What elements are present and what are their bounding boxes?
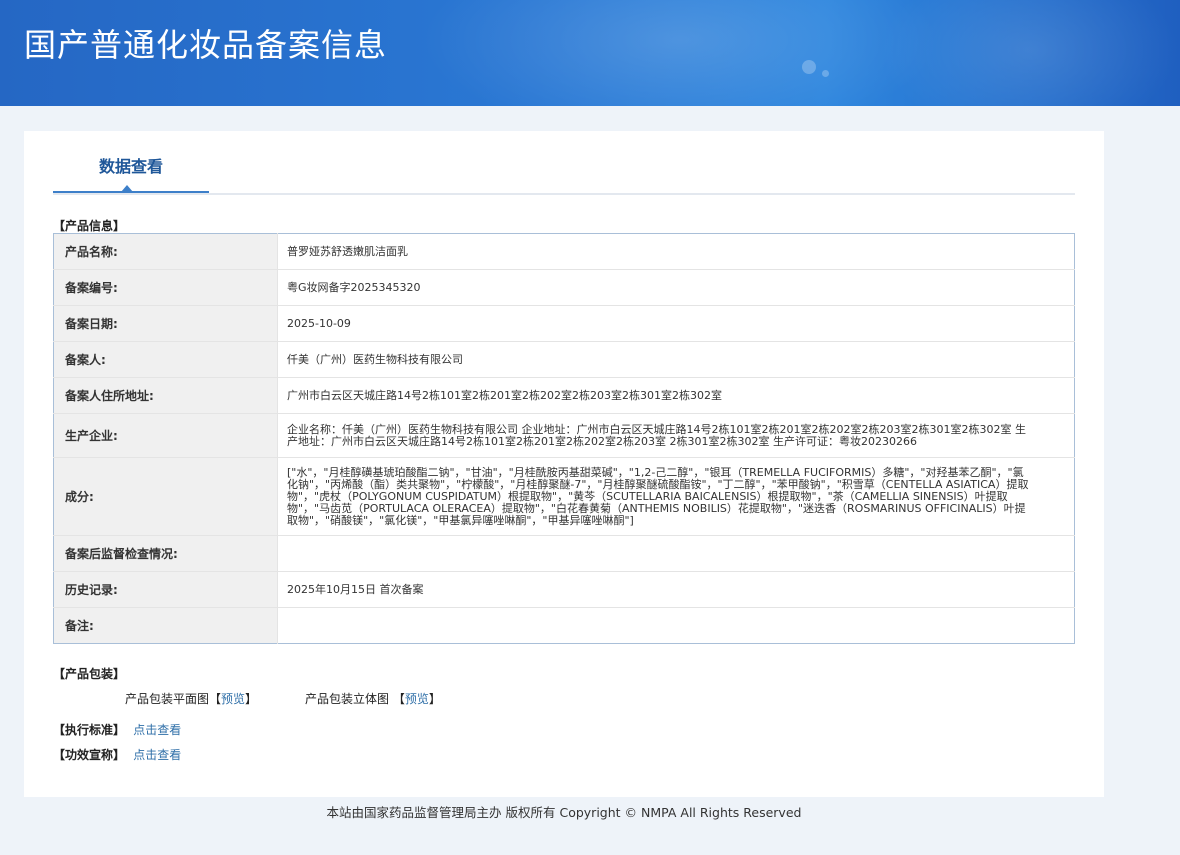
packaging-solid-item: 产品包装立体图 【预览】 xyxy=(305,690,441,707)
bracket: 【 xyxy=(209,692,222,706)
packaging-flat-label: 产品包装平面图 xyxy=(125,692,210,706)
standard-item: 【执行标准】 点击查看 xyxy=(53,721,181,738)
efficacy-item: 【功效宣称】 点击查看 xyxy=(53,746,181,763)
efficacy-label: 【功效宣称】 xyxy=(53,748,126,762)
table-row: 备案后监督检查情况: xyxy=(53,535,1075,572)
row-label: 备案编号: xyxy=(53,269,278,306)
row-label: 备注: xyxy=(53,607,278,644)
footer-copyright: 本站由国家药品监督管理局主办 版权所有 Copyright © NMPA All… xyxy=(326,805,802,820)
table-row: 成分: ["水"，"月桂醇磺基琥珀酸酯二钠"，"甘油"，"月桂酰胺丙基甜菜碱"，… xyxy=(53,457,1075,536)
row-label: 备案日期: xyxy=(53,305,278,342)
table-row: 备案人住所地址: 广州市白云区天城庄路14号2栋101室2栋201室2栋202室… xyxy=(53,377,1075,414)
bracket: 】 xyxy=(245,692,258,706)
banner-decoration xyxy=(880,0,1180,106)
packaging-solid-preview-link[interactable]: 预览 xyxy=(405,692,429,706)
product-info-section-label: 【产品信息】 xyxy=(53,219,126,233)
row-value-cell: 企业名称：仟美（广州）医药生物科技有限公司 企业地址：广州市白云区天城庄路14号… xyxy=(277,413,1075,458)
table-row: 历史记录: 2025年10月15日 首次备案 xyxy=(53,571,1075,608)
header-banner: 国产普通化妆品备案信息 xyxy=(0,0,1180,106)
row-value: 粤G妆网备字2025345320 xyxy=(277,269,1075,306)
row-value: 企业名称：仟美（广州）医药生物科技有限公司 企业地址：广州市白云区天城庄路14号… xyxy=(287,422,1026,448)
packaging-solid-label: 产品包装立体图 xyxy=(305,692,390,706)
bracket: 】 xyxy=(428,692,441,706)
standard-label: 【执行标准】 xyxy=(53,723,126,737)
row-label: 生产企业: xyxy=(53,413,278,458)
packaging-flat-preview-link[interactable]: 预览 xyxy=(221,692,245,706)
banner-decoration xyxy=(420,0,940,106)
row-value: 2025年10月15日 首次备案 xyxy=(277,571,1075,608)
active-tab-caret-icon xyxy=(121,185,133,192)
page-title: 国产普通化妆品备案信息 xyxy=(24,26,388,64)
row-label: 备案人: xyxy=(53,341,278,378)
table-row: 备案日期: 2025-10-09 xyxy=(53,305,1075,342)
row-label: 备案人住所地址: xyxy=(53,377,278,414)
row-value: 广州市白云区天城庄路14号2栋101室2栋201室2栋202室2栋203室2栋3… xyxy=(277,377,1075,414)
row-value-cell: ["水"，"月桂醇磺基琥珀酸酯二钠"，"甘油"，"月桂酰胺丙基甜菜碱"，"1,2… xyxy=(277,457,1075,536)
row-value: 普罗娅苏舒透嫩肌洁面乳 xyxy=(287,244,408,258)
row-label: 历史记录: xyxy=(53,571,278,608)
row-value: ["水"，"月桂醇磺基琥珀酸酯二钠"，"甘油"，"月桂酰胺丙基甜菜碱"，"1,2… xyxy=(287,465,1029,527)
banner-dot xyxy=(822,70,829,77)
row-label: 成分: xyxy=(53,457,278,536)
product-info-table: 产品名称: 普罗娅苏舒透嫩肌洁面乳 备案编号: 粤G妆网备字2025345320… xyxy=(53,233,1075,644)
bracket: 【 xyxy=(392,692,405,706)
standard-view-link[interactable]: 点击查看 xyxy=(133,723,181,737)
tab-data-view[interactable]: 数据查看 xyxy=(53,131,209,193)
row-value: 仟美（广州）医药生物科技有限公司 xyxy=(277,341,1075,378)
efficacy-view-link[interactable]: 点击查看 xyxy=(133,748,181,762)
table-row: 产品名称: 普罗娅苏舒透嫩肌洁面乳 xyxy=(53,233,1075,270)
table-row: 备案人: 仟美（广州）医药生物科技有限公司 xyxy=(53,341,1075,378)
row-label: 备案后监督检查情况: xyxy=(53,535,278,572)
packaging-section-label: 【产品包装】 xyxy=(53,667,126,681)
row-value xyxy=(277,607,1075,644)
row-label: 产品名称: xyxy=(53,233,278,270)
tab-label: 数据查看 xyxy=(98,157,163,176)
table-row: 备注: xyxy=(53,607,1075,644)
table-row: 备案编号: 粤G妆网备字2025345320 xyxy=(53,269,1075,306)
row-value xyxy=(277,535,1075,572)
tab-bar: 数据查看 xyxy=(53,131,1075,195)
packaging-flat-item: 产品包装平面图【预览】 xyxy=(125,690,257,707)
banner-dot xyxy=(802,60,816,74)
table-row: 生产企业: 企业名称：仟美（广州）医药生物科技有限公司 企业地址：广州市白云区天… xyxy=(53,413,1075,458)
row-value: 2025-10-09 xyxy=(277,305,1075,342)
content-card: 数据查看 【产品信息】 产品名称: 普罗娅苏舒透嫩肌洁面乳 备案编号: 粤G妆网… xyxy=(24,131,1104,797)
